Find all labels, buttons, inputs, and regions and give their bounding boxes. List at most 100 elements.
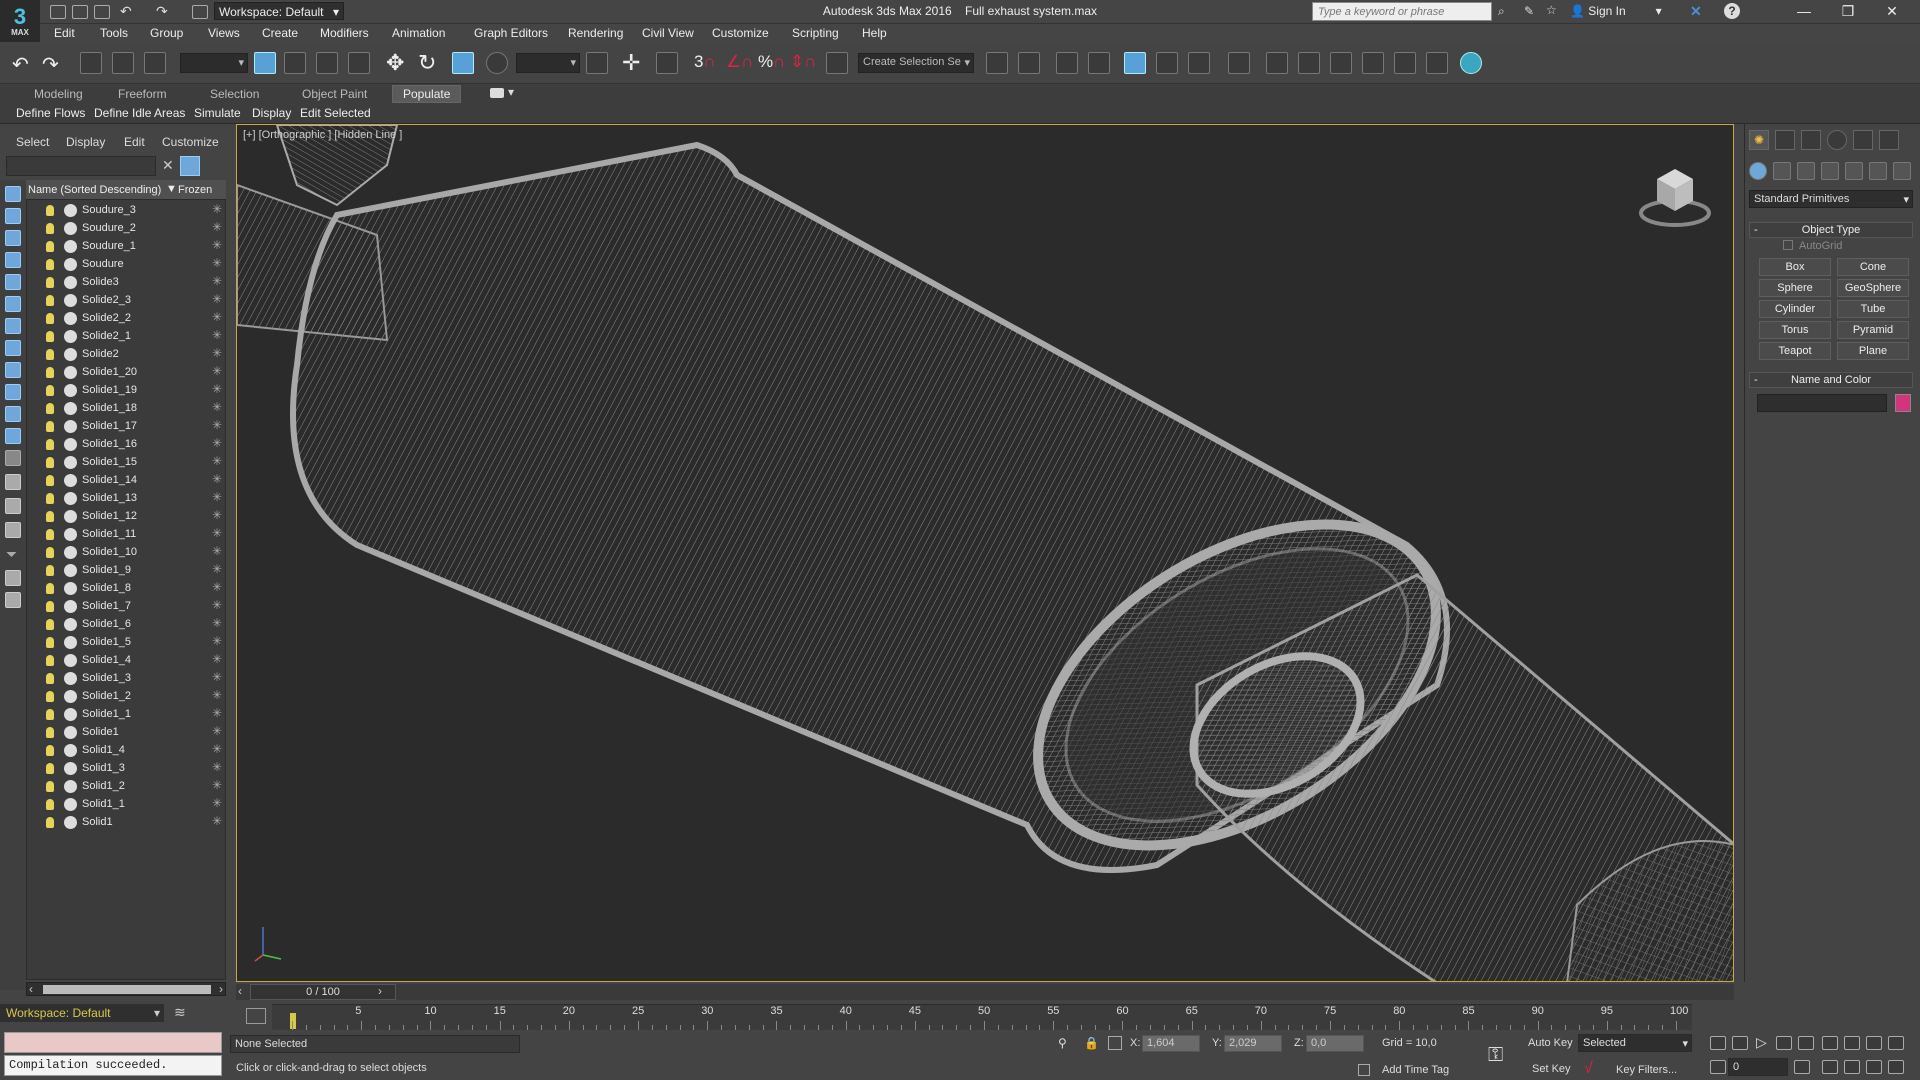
go-to-start-icon[interactable]: [1710, 1036, 1726, 1050]
display-all-icon[interactable]: [5, 450, 21, 466]
object-visibility-icon[interactable]: [64, 690, 77, 703]
frozen-toggle-icon[interactable]: ✳: [212, 328, 222, 342]
list-item[interactable]: Solide3 ✳: [26, 274, 224, 292]
viewport-label-menu[interactable]: [+] [Orthographic ] [Hidden Line ]: [243, 129, 402, 141]
list-item[interactable]: Solide1_16 ✳: [26, 436, 224, 454]
save-file-icon[interactable]: [94, 5, 110, 19]
select-manipulate-icon[interactable]: ✛: [622, 50, 640, 76]
se-menu-select[interactable]: Select: [16, 135, 49, 149]
filter-funnel-icon[interactable]: ⏷: [6, 546, 17, 563]
frozen-toggle-icon[interactable]: ✳: [212, 400, 222, 414]
time-configuration-icon[interactable]: [1794, 1060, 1810, 1074]
help-icon[interactable]: ?: [1724, 3, 1740, 19]
autogrid-checkbox[interactable]: AutoGrid: [1783, 240, 1842, 252]
object-visibility-icon[interactable]: [64, 348, 77, 361]
play-icon[interactable]: ▷: [1756, 1034, 1767, 1051]
current-frame-field[interactable]: 0: [1728, 1058, 1788, 1076]
tab-modeling[interactable]: Modeling: [34, 87, 83, 101]
list-item[interactable]: Solide1_20 ✳: [26, 364, 224, 382]
light-bulb-icon[interactable]: [46, 457, 54, 468]
object-visibility-icon[interactable]: [64, 762, 77, 775]
frozen-toggle-icon[interactable]: ✳: [212, 418, 222, 432]
light-bulb-icon[interactable]: [46, 727, 54, 738]
list-item[interactable]: Solide1_15 ✳: [26, 454, 224, 472]
close-button[interactable]: ✕: [1870, 0, 1914, 24]
light-bulb-icon[interactable]: [46, 367, 54, 378]
hierarchy-tab-icon[interactable]: [1801, 130, 1821, 150]
exchange-apps-icon[interactable]: ✕: [1690, 3, 1702, 20]
object-visibility-icon[interactable]: [64, 474, 77, 487]
maximize-button[interactable]: ❒: [1826, 0, 1870, 24]
menu-customize[interactable]: Customize: [712, 26, 769, 40]
tab-selection[interactable]: Selection: [210, 87, 259, 101]
frozen-toggle-icon[interactable]: ✳: [212, 634, 222, 648]
frozen-toggle-icon[interactable]: ✳: [212, 526, 222, 540]
selection-filter-dropdown[interactable]: ▾: [180, 53, 248, 73]
set-key-button[interactable]: Set Key: [1532, 1063, 1571, 1075]
mirror-icon[interactable]: [986, 52, 1008, 74]
reference-coordinate-icon[interactable]: [486, 52, 508, 74]
display-helpers-icon[interactable]: [5, 274, 21, 290]
list-item[interactable]: Solide1_11 ✳: [26, 526, 224, 544]
selection-lock-icon[interactable]: 🔒: [1084, 1036, 1099, 1050]
frozen-toggle-icon[interactable]: ✳: [212, 346, 222, 360]
field-of-view-icon[interactable]: [1822, 1060, 1838, 1074]
maximize-viewport-icon[interactable]: [1888, 1060, 1904, 1074]
object-visibility-icon[interactable]: [64, 384, 77, 397]
frozen-toggle-icon[interactable]: ✳: [212, 202, 222, 216]
se-menu-edit[interactable]: Edit: [124, 135, 145, 149]
display-tab-icon[interactable]: [1853, 130, 1873, 150]
systems-icon[interactable]: [1893, 162, 1911, 180]
render-iterative-icon[interactable]: [1362, 52, 1384, 74]
redo-icon[interactable]: ↷: [156, 3, 168, 20]
favorites-star-icon[interactable]: ☆: [1546, 3, 1557, 17]
frozen-toggle-icon[interactable]: ✳: [212, 706, 222, 720]
scroll-thumb[interactable]: [43, 985, 211, 994]
menu-civil-view[interactable]: Civil View: [642, 26, 694, 40]
list-item[interactable]: Solide1_3 ✳: [26, 670, 224, 688]
object-visibility-icon[interactable]: [64, 438, 77, 451]
object-type-rollout[interactable]: - Object Type: [1749, 222, 1913, 238]
frozen-toggle-icon[interactable]: ✳: [212, 562, 222, 576]
open-mini-curve-editor-icon[interactable]: [246, 1008, 266, 1024]
display-button[interactable]: Display: [252, 106, 291, 120]
list-item[interactable]: Solide1_14 ✳: [26, 472, 224, 490]
select-all-icon[interactable]: [5, 522, 21, 538]
object-visibility-icon[interactable]: [64, 222, 77, 235]
list-item[interactable]: Solid1 ✳: [26, 814, 224, 832]
light-bulb-icon[interactable]: [46, 349, 54, 360]
curve-editor-icon[interactable]: [1156, 52, 1178, 74]
frozen-toggle-icon[interactable]: ✳: [212, 220, 222, 234]
create-tab-icon[interactable]: ✺: [1749, 130, 1769, 150]
isolate-selection-icon[interactable]: ⚲: [1058, 1036, 1067, 1050]
a360-icon[interactable]: [1460, 52, 1482, 74]
object-visibility-icon[interactable]: [64, 672, 77, 685]
named-selection-dropdown[interactable]: Create Selection Se ▾: [858, 53, 974, 73]
display-lights-icon[interactable]: [5, 230, 21, 246]
light-bulb-icon[interactable]: [46, 709, 54, 720]
list-item[interactable]: Solide1_6 ✳: [26, 616, 224, 634]
redo-icon[interactable]: ↷: [42, 52, 59, 77]
box-button[interactable]: Box: [1759, 258, 1831, 276]
motion-tab-icon[interactable]: [1827, 130, 1847, 150]
display-none-icon[interactable]: [5, 474, 21, 490]
frozen-toggle-icon[interactable]: ✳: [212, 490, 222, 504]
plane-button[interactable]: Plane: [1837, 342, 1909, 360]
render-production-icon[interactable]: [1330, 52, 1352, 74]
object-visibility-icon[interactable]: [64, 546, 77, 559]
object-visibility-icon[interactable]: [64, 276, 77, 289]
object-visibility-icon[interactable]: [64, 618, 77, 631]
schematic-view-icon[interactable]: [1188, 52, 1210, 74]
light-bulb-icon[interactable]: [46, 781, 54, 792]
display-hidden-icon[interactable]: [5, 428, 21, 444]
absolute-mode-icon[interactable]: [1108, 1036, 1122, 1050]
scroll-left-icon[interactable]: ‹: [29, 982, 33, 996]
menu-group[interactable]: Group: [150, 26, 183, 40]
track-bar[interactable]: 5 10 15 20 25 30 35 40 45 50 55 60 65 70 75 80 85 90 95 100: [272, 1004, 1692, 1030]
key-filter-curve-icon[interactable]: √: [1584, 1060, 1593, 1078]
bind-space-warp-icon[interactable]: [144, 52, 166, 74]
list-item[interactable]: Solid1_4 ✳: [26, 742, 224, 760]
display-cameras-icon[interactable]: [5, 252, 21, 268]
zoom-all-icon[interactable]: [1844, 1036, 1860, 1050]
list-item[interactable]: Solide1_12 ✳: [26, 508, 224, 526]
